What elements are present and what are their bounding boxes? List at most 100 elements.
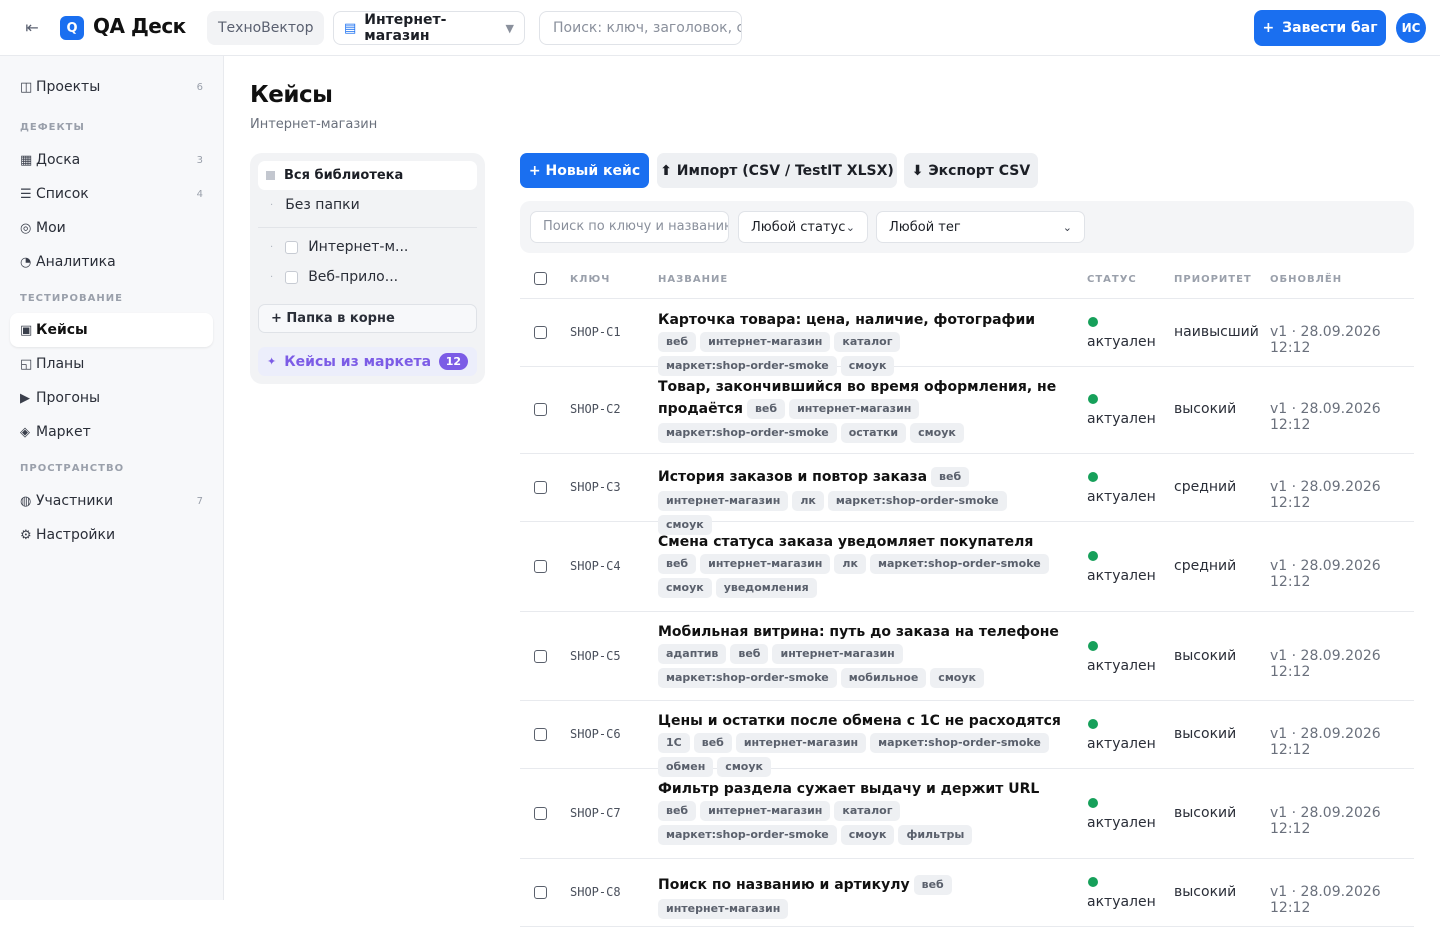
case-title[interactable]: История заказов и повтор заказа [658,469,927,485]
case-key[interactable]: SHOP-C6 [570,727,621,741]
case-title[interactable]: Карточка товара: цена, наличие, фотограф… [658,312,1035,328]
table-row[interactable]: SHOP-C8 Поиск по названию и артикулу веб ин… [520,859,1414,927]
bullet-icon: · [270,199,274,211]
global-search-input[interactable]: Поиск: ключ, заголовок, с [539,11,742,45]
case-updated: v1 · 28.09.2026 12:12 [1270,479,1381,511]
case-tag: каталог [834,332,901,352]
case-tag: 1С [658,733,690,753]
project-switcher[interactable]: ▤ Интернет-магазин ▼ [333,11,525,45]
sidebar-item-cases[interactable]: ▣ Кейсы [10,313,213,347]
case-title[interactable]: Фильтр раздела сужает выдачу и держит UR… [658,781,1039,797]
sidebar-item-label: Мои [36,220,66,236]
status-dot-icon [1088,877,1098,887]
table-row[interactable]: SHOP-C4 Смена статуса заказа уведомляет п… [520,522,1414,612]
case-key[interactable]: SHOP-C1 [570,325,621,339]
brand-name: QA Деск [93,14,186,38]
tree-item-no-folder[interactable]: · Без папки [270,197,360,213]
case-title[interactable]: Мобильная витрина: путь до заказа на тел… [658,624,1059,640]
add-root-folder-button[interactable]: + Папка в корне [258,304,477,333]
table-row[interactable]: SHOP-C7 Фильтр раздела сужает выдачу и де… [520,769,1414,859]
table-row[interactable]: SHOP-C2 Товар, закончившийся во время офо… [520,367,1414,454]
column-header-priority[interactable]: ПРИОРИТЕТ [1174,274,1252,285]
column-header-updated[interactable]: ОБНОВЛЁН [1270,274,1342,285]
case-key[interactable]: SHOP-C8 [570,885,621,899]
row-checkbox[interactable] [534,403,547,416]
tag-filter-select[interactable]: Любой тег ⌄ [876,211,1085,243]
sidebar-item-label: Аналитика [36,254,116,270]
case-key[interactable]: SHOP-C7 [570,806,621,820]
table-row[interactable]: SHOP-C3 История заказов и повтор заказа ве… [520,454,1414,535]
sidebar-item-members[interactable]: ◍ Участники 7 [10,484,213,518]
case-status: актуален [1087,394,1156,427]
select-all-checkbox[interactable] [534,272,547,285]
sidebar-item-analytics[interactable]: ◔ Аналитика [10,245,213,279]
sidebar-item-label: Маркет [36,424,91,440]
sidebar-item-projects[interactable]: ◫ Проекты 6 [10,70,213,104]
tree-item-label: Интернет-м... [308,239,409,255]
row-checkbox[interactable] [534,886,547,899]
sidebar-item-label: Прогоны [36,390,101,406]
row-checkbox[interactable] [534,481,547,494]
case-tag: веб [931,467,970,487]
row-checkbox[interactable] [534,560,547,573]
row-checkbox[interactable] [534,650,547,663]
org-switcher[interactable]: ТехноВектор [207,11,325,45]
status-filter-select[interactable]: Любой статус ⌄ [738,211,868,243]
case-key[interactable]: SHOP-C5 [570,649,621,663]
folder-checkbox[interactable] [285,240,299,254]
sidebar-item-settings[interactable]: ⚙ Настройки [10,518,213,552]
case-title[interactable]: Поиск по названию и артикулу [658,877,910,893]
diamond-icon: ◈ [20,424,30,440]
tree-folder[interactable]: · Веб-прило... [270,269,398,285]
table-row[interactable]: SHOP-C5 Мобильная витрина: путь до заказа… [520,612,1414,701]
row-checkbox[interactable] [534,807,547,820]
tree-item-label: Кейсы из маркета [284,353,432,370]
case-key[interactable]: SHOP-C2 [570,402,621,416]
tree-item-market-cases[interactable]: ✦ Кейсы из маркета 12 [258,347,477,376]
avatar[interactable]: ИС [1396,13,1426,43]
case-tag: веб [658,801,697,821]
case-tag: адаптив [658,644,727,664]
sidebar-item-market[interactable]: ◈ Маркет [10,415,213,449]
sidebar-item-label: Кейсы [36,322,88,338]
sidebar-section-title: ДЕФЕКТЫ [20,122,85,133]
project-icon: ▤ [344,20,357,36]
import-button[interactable]: ⬆ Импорт (CSV / TestIT XLSX) [657,153,897,188]
case-priority: высокий [1174,805,1237,821]
column-header-key[interactable]: КЛЮЧ [570,274,610,285]
case-tag: мобильное [840,668,927,688]
case-title[interactable]: Цены и остатки после обмена с 1С не расх… [658,713,1061,729]
sidebar-item-list[interactable]: ☰ Список 4 [10,177,213,211]
case-key[interactable]: SHOP-C3 [570,480,621,494]
case-title[interactable]: Смена статуса заказа уведомляет покупате… [658,534,1033,550]
case-tag: интернет-магазин [658,491,789,511]
report-bug-button[interactable]: + Завести баг [1254,10,1386,46]
case-search-input[interactable]: Поиск по ключу и названию [530,211,729,243]
row-checkbox[interactable] [534,728,547,741]
row-checkbox[interactable] [534,326,547,339]
case-tag: остатки [840,423,907,443]
sidebar-item-count: 6 [196,81,203,93]
tree-item-all-library[interactable]: Вся библиотека [258,161,477,190]
tree-folder[interactable]: · Интернет-м... [270,239,408,255]
export-csv-button[interactable]: ⬇ Экспорт CSV [904,153,1038,188]
column-header-title[interactable]: НАЗВАНИЕ [658,274,728,285]
case-key[interactable]: SHOP-C4 [570,559,621,573]
case-status: актуален [1087,317,1156,350]
status-label: актуален [1087,568,1156,584]
table-row[interactable]: SHOP-C6 Цены и остатки после обмена с 1С … [520,701,1414,777]
folder-checkbox[interactable] [285,270,299,284]
status-label: актуален [1087,411,1156,427]
case-priority: высокий [1174,884,1237,900]
sidebar-item-plans[interactable]: ◱ Планы [10,347,213,381]
table-row[interactable]: SHOP-C1 Карточка товара: цена, наличие, ф… [520,299,1414,376]
sidebar-item-board[interactable]: ▦ Доска 3 [10,143,213,177]
sidebar-item-runs[interactable]: ▶ Прогоны [10,381,213,415]
case-tag: уведомления [715,578,817,598]
collapse-sidebar-icon[interactable]: ⇤ [22,18,42,37]
folder-square-icon [266,171,275,180]
tree-item-label: Вся библиотека [284,168,404,183]
sidebar-item-mine[interactable]: ◎ Мои [10,211,213,245]
new-case-button[interactable]: + Новый кейс [520,153,649,188]
column-header-status[interactable]: СТАТУС [1087,274,1137,285]
